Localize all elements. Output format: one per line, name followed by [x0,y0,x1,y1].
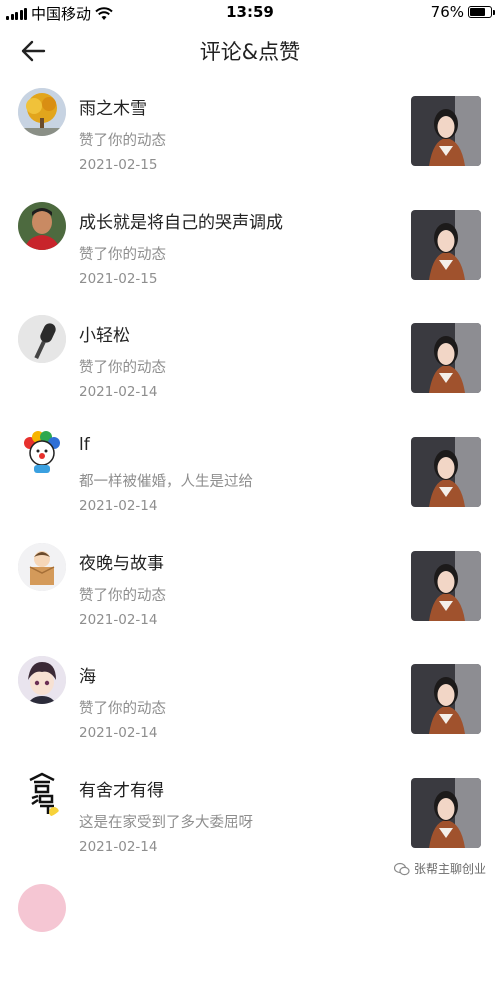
notification-text: 都一样被催婚，人生是过给 [79,470,253,491]
notification-text: 赞了你的动态 [79,697,166,718]
nav-bar: 评论&点赞 [0,26,500,76]
post-thumbnail[interactable] [411,778,481,848]
notification-date: 2021-02-14 [79,839,157,855]
notification-date: 2021-02-14 [79,498,157,514]
notification-text: 赞了你的动态 [79,129,166,150]
notification-text: 赞了你的动态 [79,584,166,605]
user-name[interactable]: 有舍才有得 [79,776,164,801]
tree-avatar-icon[interactable] [18,88,66,136]
notification-text: 赞了你的动态 [79,243,166,264]
post-thumbnail[interactable] [411,551,481,621]
status-bar: 中国移动 13:59 76% [0,0,500,26]
notification-date: 2021-02-14 [79,612,157,628]
list-item[interactable]: 夜晚与故事 赞了你的动态 2021-02-14 [0,535,500,649]
post-thumbnail[interactable] [411,664,481,734]
list-item[interactable]: 有舍才有得 这是在家受到了多大委屈呀 2021-02-14 [0,762,500,876]
list-item[interactable]: 小轻松 赞了你的动态 2021-02-14 [0,307,500,421]
notification-date: 2021-02-14 [79,384,157,400]
clown-avatar-icon[interactable] [18,429,66,477]
battery-icon [468,6,492,18]
wechat-logo-icon [394,862,410,876]
user-name[interactable]: 小轻松 [79,321,130,346]
user-name[interactable]: lf [79,435,90,455]
watermark-text: 张帮主聊创业 [414,860,486,877]
list-item[interactable]: 成长就是将自己的哭声调成 赞了你的动态 2021-02-15 [0,194,500,308]
anime-boy-avatar-icon[interactable] [18,656,66,704]
notification-text: 赞了你的动态 [79,356,166,377]
list-item[interactable] [0,876,500,990]
list-item[interactable]: 海 赞了你的动态 2021-02-14 [0,648,500,762]
user-name[interactable]: 雨之木雪 [79,94,147,119]
list-item[interactable]: 雨之木雪 赞了你的动态 2021-02-15 [0,80,500,194]
user-name[interactable]: 成长就是将自己的哭声调成 [79,208,283,233]
status-time: 13:59 [0,3,500,21]
page-title: 评论&点赞 [0,36,500,66]
user-name[interactable]: 夜晚与故事 [79,549,164,574]
post-thumbnail[interactable] [411,96,481,166]
notification-text: 这是在家受到了多大委屈呀 [79,811,253,832]
post-thumbnail[interactable] [411,210,481,280]
man-avatar-icon[interactable] [18,202,66,250]
cartoon-box-avatar-icon[interactable] [18,543,66,591]
calligraphy-avatar-icon[interactable] [18,770,66,818]
battery-percent: 76% [431,3,464,21]
notification-date: 2021-02-14 [79,725,157,741]
list-item[interactable]: lf 都一样被催婚，人生是过给 2021-02-14 [0,421,500,535]
status-right: 76% [431,3,492,21]
watermark: 张帮主聊创业 [394,860,486,877]
user-name[interactable]: 海 [79,662,96,687]
notification-list: 雨之木雪 赞了你的动态 2021-02-15 成长就是将自己的哭声调成 [0,80,500,990]
pink-avatar-icon[interactable] [18,884,66,932]
post-thumbnail[interactable] [411,323,481,393]
notification-date: 2021-02-15 [79,271,157,287]
post-thumbnail[interactable] [411,437,481,507]
microphone-avatar-icon[interactable] [18,315,66,363]
notification-date: 2021-02-15 [79,157,157,173]
